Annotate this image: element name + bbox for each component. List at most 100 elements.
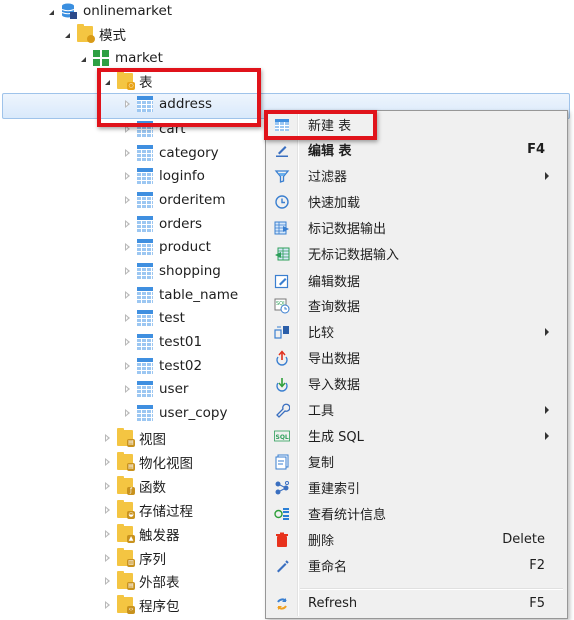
menu-item-refresh[interactable]: Refresh F5 (268, 591, 565, 616)
export-marked-data-icon (268, 220, 296, 236)
packages-folder-icon: ‹› (117, 595, 135, 615)
expand-toggle[interactable] (122, 313, 132, 323)
menu-item-quick-load[interactable]: 快速加载 (268, 189, 565, 214)
collapse-toggle[interactable] (78, 53, 88, 63)
statistics-icon (268, 506, 296, 522)
tree-node-folder[interactable]: ◒ 存储过程 (102, 499, 193, 521)
tree-node-connection[interactable]: onlinemarket (46, 0, 172, 22)
menu-item-copy[interactable]: 复制 (268, 449, 565, 474)
tree-node-table[interactable]: loginfo (122, 165, 205, 187)
tree-node-folder[interactable]: ‹› 程序包 (102, 594, 180, 616)
menu-item-label: 重建索引 (308, 482, 361, 497)
rename-icon (268, 558, 296, 574)
tree-node-folder[interactable]: ▤ 物化视图 (102, 451, 193, 473)
menu-item-label: 导出数据 (308, 352, 361, 367)
expand-toggle[interactable] (122, 361, 132, 371)
export-data-icon (268, 349, 296, 366)
tree-node-table[interactable]: test02 (122, 355, 202, 377)
tree-label: 存储过程 (139, 503, 193, 520)
tree-node-schema[interactable]: market (78, 47, 163, 69)
tree-node-table[interactable]: user_copy (122, 402, 227, 424)
menu-item-statistics[interactable]: 查看统计信息 (268, 501, 565, 526)
expand-toggle[interactable] (122, 148, 132, 158)
expand-toggle[interactable] (102, 529, 112, 539)
expand-toggle[interactable] (122, 337, 132, 347)
expand-toggle[interactable] (102, 553, 112, 563)
tree-node-table[interactable]: orderitem (122, 189, 226, 211)
tree-label: 触发器 (139, 527, 180, 544)
tree-node-schema-group[interactable]: 模式 (62, 23, 126, 45)
expand-toggle[interactable] (122, 266, 132, 276)
expand-toggle[interactable] (102, 481, 112, 491)
expand-toggle[interactable] (102, 433, 112, 443)
menu-item-trash[interactable]: 删除 Delete (268, 527, 565, 552)
menu-item-label: 编辑 表 (308, 144, 352, 159)
menu-item-rename[interactable]: 重命名 F2 (268, 553, 565, 578)
menu-item-export-marked-data[interactable]: 标记数据输出 (268, 215, 565, 240)
external-tables-folder-icon: ▤ (117, 571, 135, 591)
sequences-folder-icon: ▥ (117, 547, 135, 567)
context-menu: 新建 表编辑 表 F4 过滤器 快速加载 标记数据输出 无标记数据输入 编辑数据 SQL 查询数… (264, 110, 568, 619)
tree-node-table[interactable]: user (122, 378, 188, 400)
expand-toggle[interactable] (122, 290, 132, 300)
menu-item-edit[interactable]: 编辑 表 F4 (268, 137, 565, 162)
table-icon (137, 168, 153, 184)
tree-node-table[interactable]: product (122, 236, 211, 258)
tree-node-folder[interactable]: ▤ 视图 (102, 427, 166, 449)
tree-node-folder[interactable]: ƒ 函数 (102, 475, 166, 497)
menu-item-export-data[interactable]: 导出数据 (268, 345, 565, 370)
tree-node-folder[interactable]: ▥ 序列 (102, 547, 166, 569)
tree-node-table[interactable]: table_name (122, 284, 238, 306)
edit-icon (268, 142, 296, 158)
expand-toggle[interactable] (122, 242, 132, 252)
expand-toggle[interactable] (122, 408, 132, 418)
menu-item-import-data[interactable]: 导入数据 (268, 371, 565, 396)
tree-node-table[interactable]: test (122, 307, 185, 329)
table-icon (137, 310, 153, 326)
tree-node-table[interactable]: test01 (122, 331, 202, 353)
expand-toggle[interactable] (122, 384, 132, 394)
expand-toggle[interactable] (122, 195, 132, 205)
menu-item-wrench[interactable]: 工具 (268, 397, 565, 422)
expand-toggle[interactable] (102, 505, 112, 515)
wrench-icon (268, 402, 296, 418)
menu-item-rebuild-index[interactable]: 重建索引 (268, 475, 565, 500)
annotation-highlight-tables (97, 68, 261, 127)
menu-item-compare[interactable]: 比较 (268, 319, 565, 344)
submenu-arrow-icon (545, 431, 549, 440)
expand-toggle[interactable] (122, 171, 132, 181)
menu-item-filter[interactable]: 过滤器 (268, 163, 565, 188)
expand-toggle[interactable] (102, 457, 112, 467)
collapse-toggle[interactable] (46, 6, 56, 16)
menu-item-import-unmarked-data[interactable]: 无标记数据输入 (268, 241, 565, 266)
table-icon (137, 287, 153, 303)
annotation-highlight-new-table (264, 110, 377, 140)
collapse-toggle[interactable] (62, 29, 72, 39)
tree-node-folder[interactable]: ▤ 外部表 (102, 570, 180, 592)
menu-item-label: 查看统计信息 (308, 508, 387, 523)
menu-item-label: 无标记数据输入 (308, 248, 400, 263)
menu-item-edit-data[interactable]: 编辑数据 (268, 268, 565, 293)
tree-node-table[interactable]: shopping (122, 260, 221, 282)
menu-item-shortcut: F5 (529, 596, 545, 611)
materialized-views-folder-icon: ▤ (117, 451, 135, 471)
table-icon (137, 239, 153, 255)
copy-icon (268, 454, 296, 470)
tree-label: market (115, 50, 163, 66)
expand-toggle[interactable] (102, 600, 112, 610)
tree-label: user (159, 381, 189, 397)
menu-item-query-data[interactable]: SQL 查询数据 (268, 293, 565, 318)
tree-node-folder[interactable]: ▲ 触发器 (102, 523, 180, 545)
trash-icon (268, 532, 296, 548)
tree-label: category (159, 145, 219, 161)
menu-item-label: 快速加载 (308, 196, 361, 211)
expand-toggle[interactable] (122, 219, 132, 229)
expand-toggle[interactable] (102, 576, 112, 586)
menu-item-sql[interactable]: SQL 生成 SQL (268, 423, 565, 448)
tree-node-table[interactable]: orders (122, 213, 202, 235)
database-icon (61, 3, 77, 19)
procedures-folder-icon: ◒ (117, 499, 135, 519)
tree-label: 模式 (99, 28, 126, 44)
table-icon (137, 334, 153, 350)
tree-node-table[interactable]: category (122, 142, 219, 164)
